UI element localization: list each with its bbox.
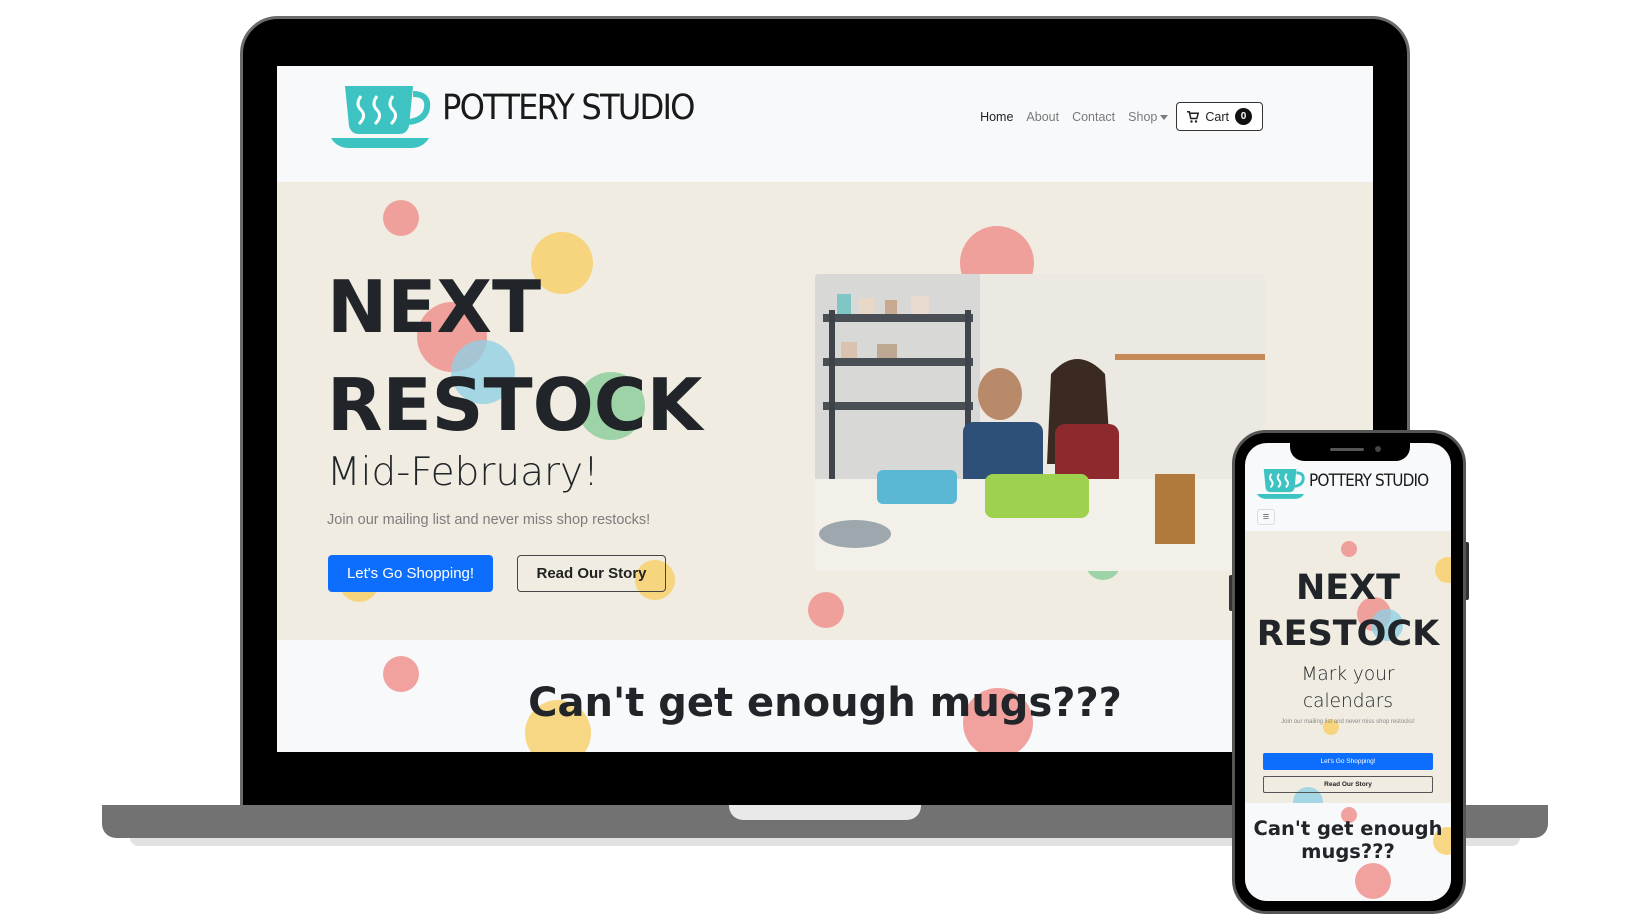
nav-shop-dropdown[interactable]: Shop bbox=[1128, 109, 1169, 124]
mobile-mugs-title-line1: Can't get enough bbox=[1253, 817, 1443, 840]
mobile-brand-name[interactable]: POTTERY STUDIO bbox=[1309, 471, 1429, 491]
hero-title: NEXT RESTOCK bbox=[327, 258, 727, 454]
hero-description: Join our mailing list and never miss sho… bbox=[327, 512, 651, 528]
teacup-logo-icon[interactable] bbox=[1257, 465, 1307, 499]
teacup-logo-icon[interactable] bbox=[331, 78, 435, 148]
mugs-section-title: Can't get enough mugs??? bbox=[528, 680, 1122, 726]
hero-photo-potters bbox=[815, 274, 1265, 571]
hero-subtitle: Mid-February! bbox=[327, 450, 599, 495]
phone-camera bbox=[1375, 446, 1381, 452]
mobile-mugs-title-line2: mugs??? bbox=[1301, 840, 1395, 863]
read-story-button[interactable]: Read Our Story bbox=[517, 555, 666, 592]
decor-dot bbox=[1341, 541, 1357, 557]
mobile-hero-title-line1: NEXT bbox=[1295, 568, 1401, 608]
mobile-read-story-button[interactable]: Read Our Story bbox=[1263, 776, 1433, 793]
mobile-hero-description: Join our mailing list and never miss sho… bbox=[1281, 719, 1415, 725]
nav-links: Home About Contact Shop Cart 0 bbox=[967, 102, 1263, 131]
mobile-hero-subtitle-line2: calendars bbox=[1302, 691, 1394, 712]
mobile-hero-title: NEXT RESTOCK bbox=[1245, 565, 1451, 657]
decor-dot bbox=[1355, 863, 1391, 899]
mobile-hero-subtitle: Mark your calendars bbox=[1245, 661, 1451, 715]
navbar: POTTERY STUDIO Home About Contact Shop C… bbox=[277, 66, 1373, 182]
mobile-mugs-section-title: Can't get enough mugs??? bbox=[1245, 817, 1451, 863]
nav-shop-label: Shop bbox=[1128, 109, 1158, 124]
hero-section: NEXT RESTOCK Mid-February! Join our mail… bbox=[277, 182, 1373, 640]
nav-contact-link[interactable]: Contact bbox=[1072, 110, 1115, 124]
brand-name[interactable]: POTTERY STUDIO bbox=[442, 88, 696, 128]
mobile-hero-title-line2: RESTOCK bbox=[1256, 614, 1440, 654]
mobile-hero-subtitle-line1: Mark your bbox=[1301, 664, 1395, 685]
nav-about-link[interactable]: About bbox=[1026, 110, 1059, 124]
decor-dot bbox=[383, 200, 419, 236]
hamburger-menu-icon[interactable]: ≡ bbox=[1257, 509, 1275, 525]
cart-button[interactable]: Cart 0 bbox=[1176, 102, 1263, 131]
decor-dot bbox=[808, 592, 844, 628]
shop-now-button[interactable]: Let's Go Shopping! bbox=[328, 555, 493, 592]
phone-notch bbox=[1290, 433, 1410, 461]
cart-count-badge: 0 bbox=[1235, 108, 1252, 125]
phone-speaker bbox=[1330, 448, 1364, 451]
hero-title-line1: NEXT bbox=[327, 265, 542, 349]
desktop-screen: POTTERY STUDIO Home About Contact Shop C… bbox=[277, 66, 1373, 752]
photo-illustration bbox=[815, 274, 1265, 571]
mobile-shop-now-button[interactable]: Let's Go Shopping! bbox=[1263, 753, 1433, 770]
laptop-hinge-notch bbox=[729, 805, 921, 820]
mugs-section: Can't get enough mugs??? bbox=[277, 640, 1373, 752]
mobile-hero-section: NEXT RESTOCK Mark your calendars Join ou… bbox=[1245, 531, 1451, 803]
nav-home-link[interactable]: Home bbox=[980, 110, 1013, 124]
mobile-mugs-section: Can't get enough mugs??? bbox=[1245, 803, 1451, 901]
caret-down-icon bbox=[1160, 114, 1169, 120]
cart-icon bbox=[1187, 110, 1200, 123]
cart-label: Cart bbox=[1205, 109, 1229, 124]
mobile-screen: POTTERY STUDIO ≡ NEXT RESTOCK Mark your … bbox=[1245, 443, 1451, 901]
hero-title-line2: RESTOCK bbox=[327, 363, 703, 447]
